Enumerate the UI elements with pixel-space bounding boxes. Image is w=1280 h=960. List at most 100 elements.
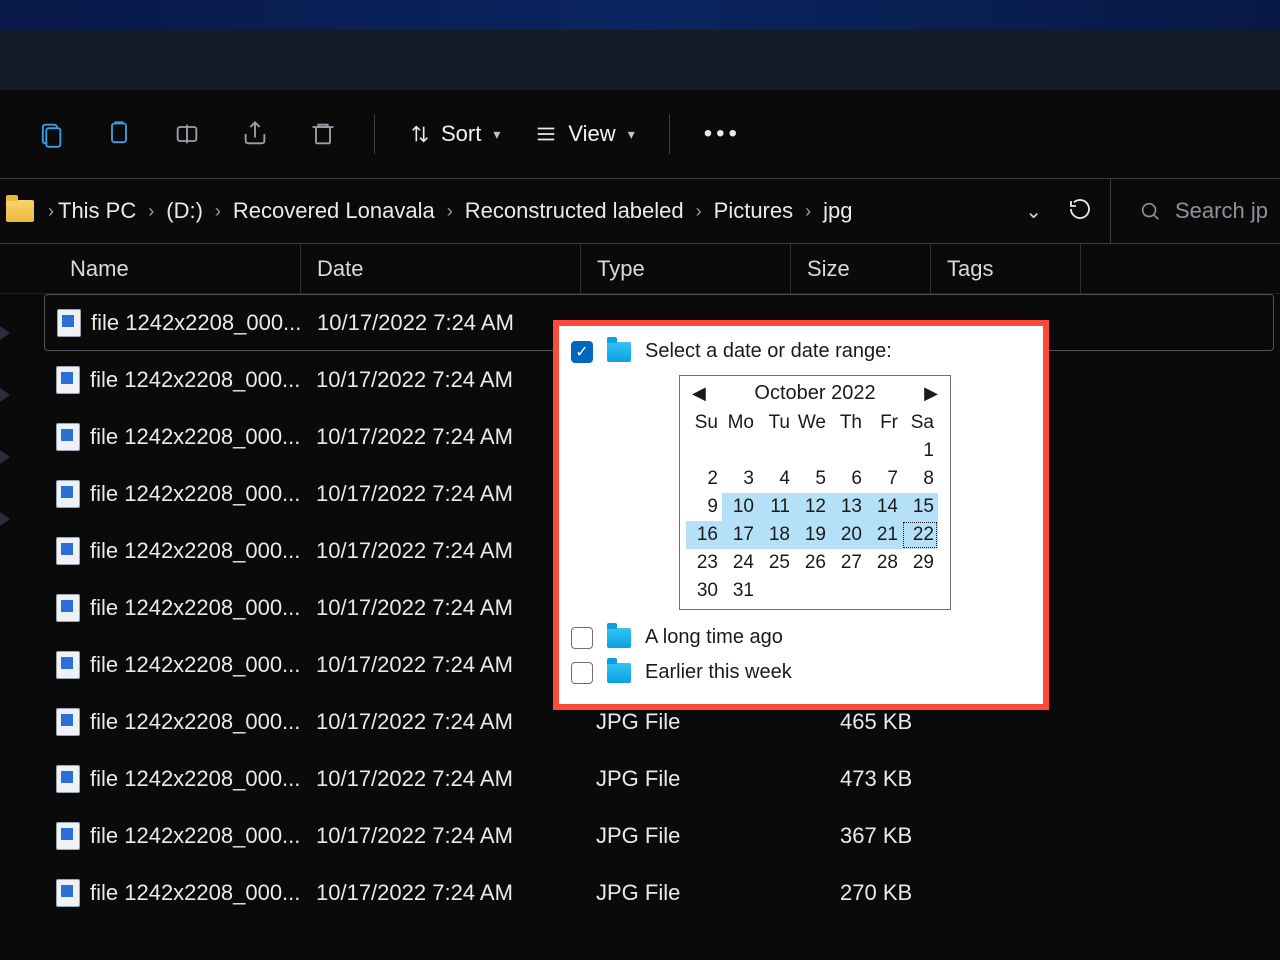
calendar-day[interactable]: 29 — [902, 549, 938, 577]
day-of-week: We — [794, 409, 830, 437]
calendar-day — [830, 437, 866, 465]
file-name: file 1242x2208_000... — [90, 823, 300, 849]
copy-button[interactable] — [102, 117, 136, 151]
breadcrumb-item[interactable]: This PC — [58, 198, 136, 224]
file-icon — [56, 594, 80, 622]
file-name: file 1242x2208_000... — [91, 310, 301, 336]
file-name: file 1242x2208_000... — [90, 367, 300, 393]
calendar-day[interactable]: 28 — [866, 549, 902, 577]
calendar-day[interactable]: 18 — [758, 521, 794, 549]
file-date: 10/17/2022 7:24 AM — [300, 709, 580, 735]
column-header-name[interactable]: Name — [0, 256, 300, 282]
breadcrumb-item[interactable]: Pictures — [714, 198, 793, 224]
checkbox-date-range[interactable]: ✓ — [571, 341, 593, 363]
column-header-date[interactable]: Date — [300, 244, 580, 293]
calendar-day[interactable]: 11 — [758, 493, 794, 521]
prev-month-button[interactable]: ◀ — [692, 383, 706, 404]
delete-button[interactable] — [306, 117, 340, 151]
next-month-button[interactable]: ▶ — [924, 383, 938, 404]
folder-icon — [607, 628, 631, 648]
folder-icon — [6, 200, 34, 222]
calendar-day — [794, 437, 830, 465]
calendar-day[interactable]: 10 — [722, 493, 758, 521]
calendar-day[interactable]: 14 — [866, 493, 902, 521]
file-icon — [56, 366, 80, 394]
file-date: 10/17/2022 7:24 AM — [300, 481, 580, 507]
calendar-day[interactable]: 4 — [758, 465, 794, 493]
calendar-day[interactable]: 30 — [686, 577, 722, 605]
file-icon — [56, 423, 80, 451]
calendar-day[interactable]: 6 — [830, 465, 866, 493]
checkbox-earlier-week[interactable] — [571, 662, 593, 684]
address-bar: › This PC›(D:)›Recovered Lonavala›Recons… — [0, 179, 1280, 243]
history-dropdown[interactable]: ⌄ — [1025, 199, 1042, 224]
day-of-week: Mo — [722, 409, 758, 437]
ribbon-spacer — [0, 30, 1280, 90]
calendar-day[interactable]: 12 — [794, 493, 830, 521]
file-size: 473 KB — [790, 766, 930, 792]
file-icon — [56, 708, 80, 736]
column-header-end — [1080, 244, 1280, 293]
calendar-day[interactable]: 26 — [794, 549, 830, 577]
calendar-day[interactable]: 1 — [902, 437, 938, 465]
day-of-week: Sa — [902, 409, 938, 437]
more-button[interactable]: ••• — [704, 117, 741, 151]
search-icon — [1139, 200, 1161, 222]
breadcrumb: This PC›(D:)›Recovered Lonavala›Reconstr… — [58, 198, 1025, 224]
calendar-day[interactable]: 7 — [866, 465, 902, 493]
share-button[interactable] — [238, 117, 272, 151]
calendar-day[interactable]: 13 — [830, 493, 866, 521]
calendar-day[interactable]: 24 — [722, 549, 758, 577]
file-name: file 1242x2208_000... — [90, 481, 300, 507]
file-size: 270 KB — [790, 880, 930, 906]
breadcrumb-item[interactable]: Reconstructed labeled — [465, 198, 684, 224]
date-filter-popup: ✓ Select a date or date range: ◀ October… — [553, 320, 1049, 710]
breadcrumb-item[interactable]: (D:) — [166, 198, 203, 224]
file-row[interactable]: file 1242x2208_000...10/17/2022 7:24 AMJ… — [0, 807, 1280, 864]
calendar-day[interactable]: 27 — [830, 549, 866, 577]
checkbox-long-ago[interactable] — [571, 627, 593, 649]
calendar-day[interactable]: 20 — [830, 521, 866, 549]
file-icon — [56, 765, 80, 793]
calendar-day[interactable]: 19 — [794, 521, 830, 549]
calendar-day[interactable]: 2 — [686, 465, 722, 493]
sort-label: Sort — [441, 121, 481, 147]
calendar-day[interactable]: 9 — [686, 493, 722, 521]
calendar-day[interactable]: 16 — [686, 521, 722, 549]
file-date: 10/17/2022 7:24 AM — [300, 367, 580, 393]
calendar-day — [686, 437, 722, 465]
cut-button[interactable] — [34, 117, 68, 151]
nav-pane-edge — [0, 326, 10, 526]
calendar-day[interactable]: 5 — [794, 465, 830, 493]
file-name: file 1242x2208_000... — [90, 595, 300, 621]
toolbar: Sort ▾ View ▾ ••• — [0, 90, 1280, 178]
column-header-tags[interactable]: Tags — [930, 244, 1080, 293]
calendar-day[interactable]: 22 — [902, 521, 938, 549]
calendar-day[interactable]: 3 — [722, 465, 758, 493]
calendar-day[interactable]: 8 — [902, 465, 938, 493]
option-long-ago: A long time ago — [645, 626, 783, 649]
calendar-day[interactable]: 25 — [758, 549, 794, 577]
calendar-day[interactable]: 17 — [722, 521, 758, 549]
file-name: file 1242x2208_000... — [90, 652, 300, 678]
calendar-day[interactable]: 21 — [866, 521, 902, 549]
search-input[interactable]: Search jp — [1110, 179, 1280, 243]
sort-button[interactable]: Sort ▾ — [409, 121, 500, 147]
file-type: JPG File — [580, 766, 790, 792]
column-header-size[interactable]: Size — [790, 244, 930, 293]
file-row[interactable]: file 1242x2208_000...10/17/2022 7:24 AMJ… — [0, 864, 1280, 921]
column-header-type[interactable]: Type — [580, 244, 790, 293]
rename-button[interactable] — [170, 117, 204, 151]
file-icon — [56, 480, 80, 508]
calendar-day[interactable]: 23 — [686, 549, 722, 577]
calendar-day[interactable]: 15 — [902, 493, 938, 521]
calendar-day[interactable]: 31 — [722, 577, 758, 605]
view-button[interactable]: View ▾ — [534, 121, 634, 147]
file-row[interactable]: file 1242x2208_000...10/17/2022 7:24 AMJ… — [0, 750, 1280, 807]
chevron-right-icon: › — [443, 201, 457, 222]
file-icon — [57, 309, 81, 337]
refresh-button[interactable] — [1068, 197, 1092, 226]
breadcrumb-item[interactable]: Recovered Lonavala — [233, 198, 435, 224]
breadcrumb-item[interactable]: jpg — [823, 198, 852, 224]
toolbar-separator — [374, 114, 375, 154]
